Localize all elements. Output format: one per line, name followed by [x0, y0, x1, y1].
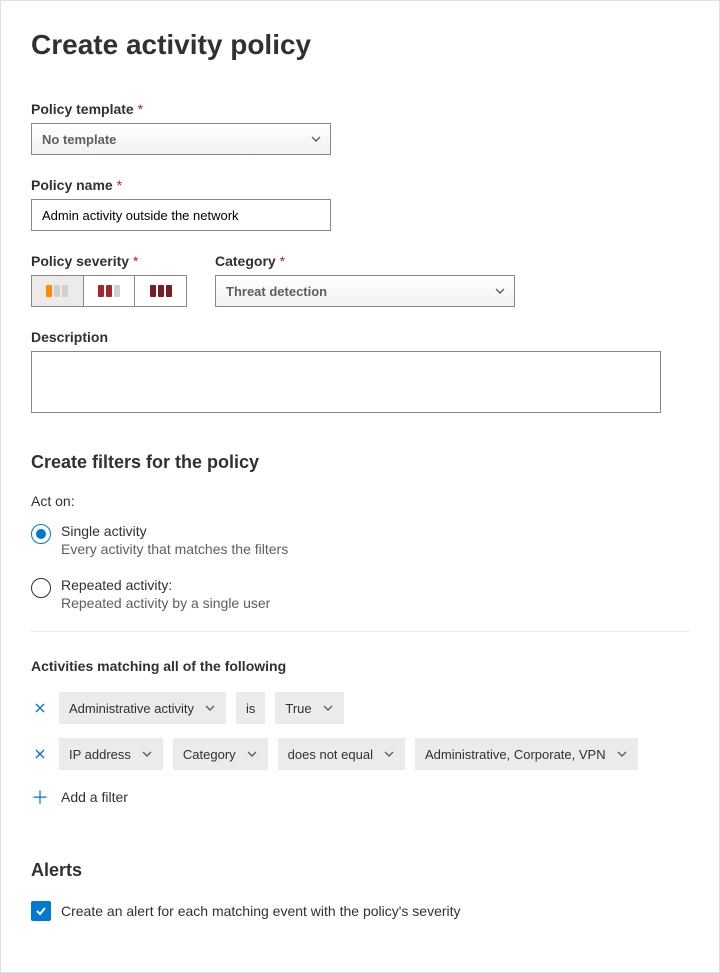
- description-label: Description: [31, 329, 689, 345]
- act-on-single-label: Single activity: [61, 523, 288, 539]
- plus-icon: ＋: [31, 784, 49, 810]
- severity-medium[interactable]: [83, 276, 135, 306]
- filter-value-chip[interactable]: True: [275, 692, 343, 724]
- close-icon: [34, 748, 46, 760]
- category-value: Threat detection: [226, 284, 327, 299]
- policy-name-field: Policy name: [31, 177, 689, 231]
- chevron-down-icon: [141, 748, 153, 760]
- alerts-heading: Alerts: [31, 860, 689, 881]
- act-on-repeated-row: Repeated activity: Repeated activity by …: [31, 577, 689, 611]
- act-on-repeated-sub: Repeated activity by a single user: [61, 595, 270, 611]
- filter-row: Administrative activity is True: [31, 692, 689, 724]
- act-on-single-radio[interactable]: [31, 524, 51, 544]
- act-on-label: Act on:: [31, 493, 689, 509]
- divider: [31, 631, 689, 632]
- filter-field-chip[interactable]: IP address: [59, 738, 163, 770]
- chevron-down-icon: [494, 285, 506, 297]
- description-field: Description: [31, 329, 689, 416]
- category-field: Category Threat detection: [215, 253, 515, 307]
- severity-toggle-group: [31, 275, 187, 307]
- description-input[interactable]: [31, 351, 661, 413]
- policy-template-dropdown[interactable]: No template: [31, 123, 331, 155]
- filter-op-chip[interactable]: is: [236, 692, 265, 724]
- chevron-down-icon: [204, 702, 216, 714]
- policy-name-label: Policy name: [31, 177, 689, 193]
- alert-checkbox[interactable]: [31, 901, 51, 921]
- chevron-down-icon: [383, 748, 395, 760]
- filter-field-chip[interactable]: Administrative activity: [59, 692, 226, 724]
- policy-name-input[interactable]: [31, 199, 331, 231]
- chevron-down-icon: [246, 748, 258, 760]
- act-on-repeated-radio[interactable]: [31, 578, 51, 598]
- filters-heading: Create filters for the policy: [31, 452, 689, 473]
- policy-template-field: Policy template No template: [31, 101, 689, 155]
- filter-row: IP address Category does not equal Admin…: [31, 738, 689, 770]
- category-dropdown[interactable]: Threat detection: [215, 275, 515, 307]
- matching-label: Activities matching all of the following: [31, 658, 689, 674]
- policy-template-value: No template: [42, 132, 116, 147]
- act-on-single-row: Single activity Every activity that matc…: [31, 523, 689, 557]
- filter-subfield-chip[interactable]: Category: [173, 738, 268, 770]
- remove-filter-button[interactable]: [31, 745, 49, 763]
- remove-filter-button[interactable]: [31, 699, 49, 717]
- chevron-down-icon: [310, 133, 322, 145]
- act-on-repeated-label: Repeated activity:: [61, 577, 270, 593]
- page-title: Create activity policy: [31, 29, 689, 61]
- severity-high[interactable]: [134, 276, 186, 306]
- policy-severity-field: Policy severity: [31, 253, 187, 307]
- policy-template-label: Policy template: [31, 101, 689, 117]
- policy-severity-label: Policy severity: [31, 253, 187, 269]
- checkmark-icon: [34, 904, 48, 918]
- close-icon: [34, 702, 46, 714]
- alert-checkbox-row: Create an alert for each matching event …: [31, 901, 689, 921]
- alert-checkbox-label: Create an alert for each matching event …: [61, 903, 461, 919]
- chevron-down-icon: [616, 748, 628, 760]
- add-filter-button[interactable]: ＋ Add a filter: [31, 784, 689, 810]
- severity-low[interactable]: [32, 276, 83, 306]
- chevron-down-icon: [322, 702, 334, 714]
- filter-op-chip[interactable]: does not equal: [278, 738, 405, 770]
- create-activity-policy-form: Create activity policy Policy template N…: [0, 0, 720, 973]
- act-on-single-sub: Every activity that matches the filters: [61, 541, 288, 557]
- filter-value-chip[interactable]: Administrative, Corporate, VPN: [415, 738, 638, 770]
- category-label: Category: [215, 253, 515, 269]
